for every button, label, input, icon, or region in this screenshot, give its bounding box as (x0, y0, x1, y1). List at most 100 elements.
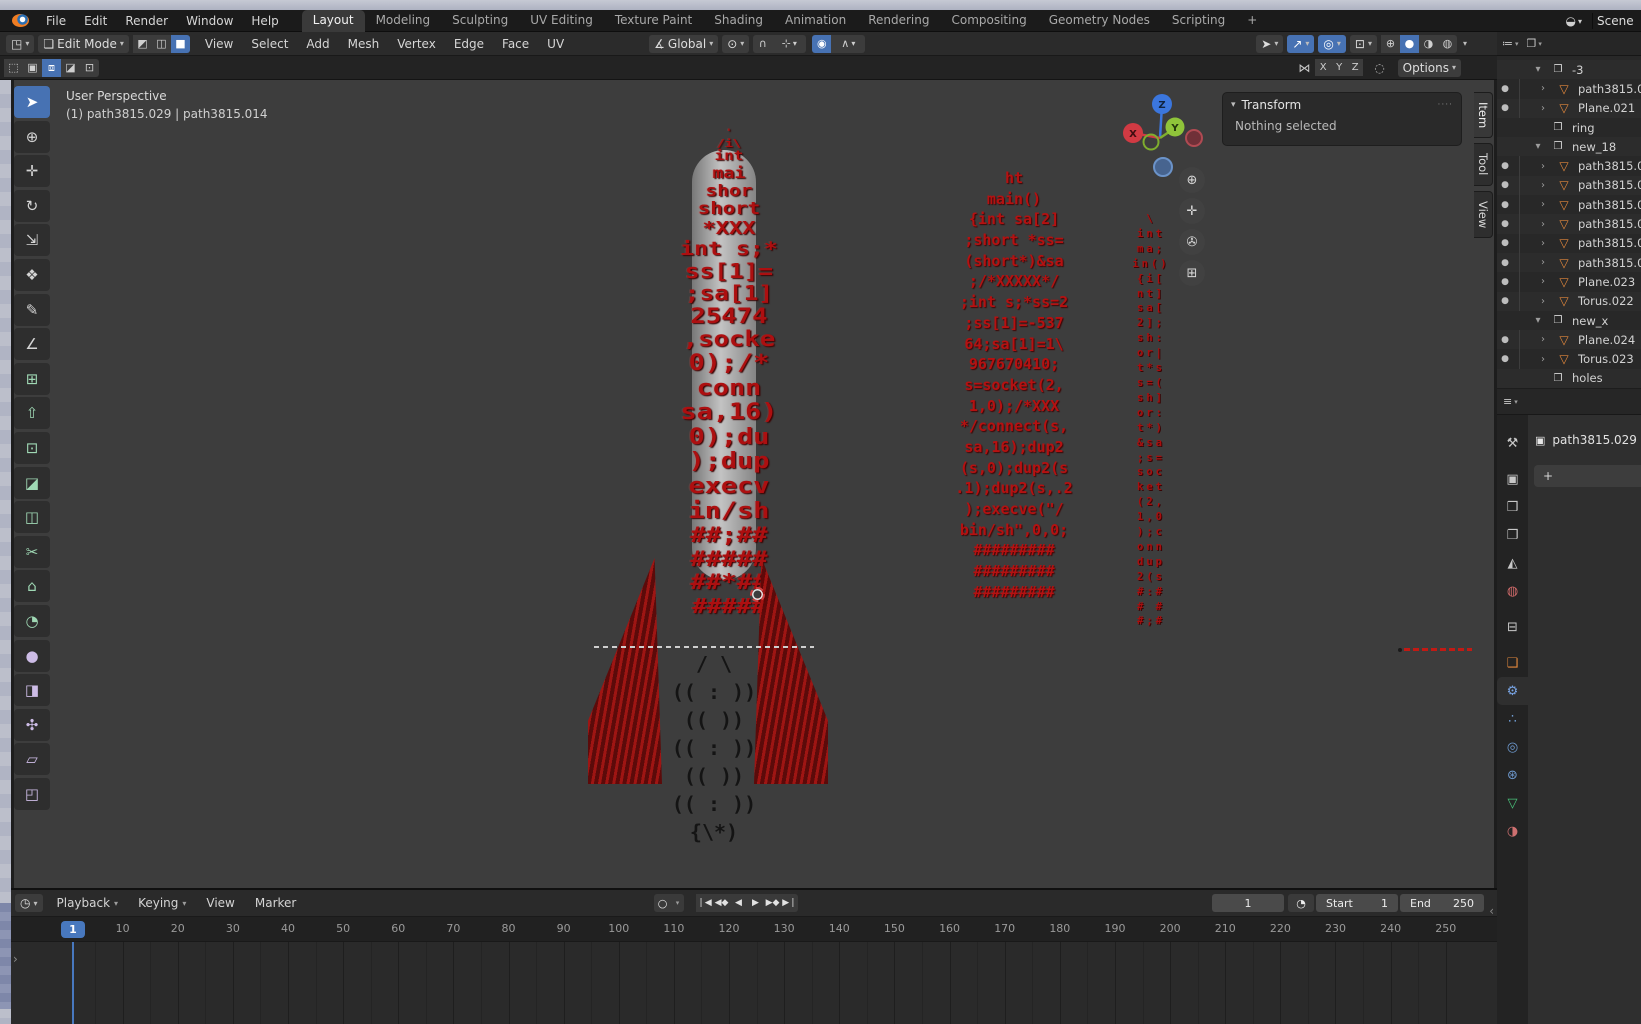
blender-logo-icon[interactable] (12, 14, 29, 27)
chevron-down-icon[interactable]: ▾ (1231, 100, 1236, 110)
tool-button[interactable]: ✂ (14, 536, 50, 568)
properties-tab[interactable]: ⚒ (1497, 429, 1528, 457)
auto-keyframe-icon[interactable]: ○ (654, 894, 671, 912)
current-frame-field[interactable]: 1 (1212, 894, 1284, 912)
render-engine-button[interactable]: ◒ ▾ (1560, 14, 1589, 28)
tool-button[interactable]: ◫ (14, 501, 50, 533)
outliner-row[interactable]: ● › ▽ Plane.024 (1497, 330, 1641, 349)
workspace-tab[interactable]: Texture Paint (604, 10, 703, 32)
disclosure-icon[interactable]: ▾ (1527, 64, 1549, 75)
select-mode-button[interactable]: ◫ (152, 35, 171, 53)
disclosure-icon[interactable]: ▾ (1527, 141, 1549, 152)
outliner-header-button[interactable]: ❐ ▾ (1527, 37, 1542, 50)
timeline-editor-type-button[interactable]: ◷ ▾ (15, 894, 43, 912)
menu-item[interactable]: Help (242, 14, 287, 28)
tool-button[interactable]: ❖ (14, 259, 50, 291)
nav-button[interactable]: ✇ (1179, 229, 1205, 255)
outliner-row[interactable]: ● › ▽ path3815.0 (1497, 176, 1641, 195)
menu-item[interactable]: File (37, 14, 75, 28)
select-mode-button[interactable]: ◩ (133, 35, 152, 53)
outliner-row[interactable]: ▾ ❒ new_x (1497, 311, 1641, 330)
tool-button[interactable]: ⇧ (14, 397, 50, 429)
axis-button[interactable]: X (1315, 59, 1331, 76)
viewport-menu-item[interactable]: View (196, 37, 242, 51)
snap-magnet-icon[interactable]: ∩ (753, 35, 772, 53)
end-frame-field[interactable]: End 250 (1400, 894, 1484, 912)
outliner-row[interactable]: ● › ▽ path3815.0 (1497, 253, 1641, 272)
disclosure-icon[interactable]: › (1531, 199, 1555, 210)
mode-dropdown[interactable]: ❏ Edit Mode ▾ (38, 35, 129, 53)
sidebar-tab[interactable]: Tool (1474, 143, 1493, 185)
transport-button[interactable]: ◀ (730, 894, 747, 912)
disclosure-icon[interactable]: › (1531, 161, 1555, 172)
transport-button[interactable]: ▶ (747, 894, 764, 912)
tool-button[interactable]: ✎ (14, 294, 50, 326)
disclosure-icon[interactable]: › (1531, 276, 1555, 287)
transport-button[interactable]: ◀◆ (713, 894, 730, 912)
sidebar-tab[interactable]: View (1474, 191, 1493, 238)
proportional-snap-icon[interactable]: ◌ (1374, 61, 1384, 75)
shading-mode-button[interactable]: ⊕ (1381, 35, 1400, 53)
start-frame-field[interactable]: Start 1 (1316, 894, 1398, 912)
select-tool-mode-button[interactable]: ⬚ (4, 59, 23, 77)
scene-name[interactable]: Scene (1597, 14, 1641, 28)
tool-button[interactable]: ⌂ (14, 570, 50, 602)
select-tool-mode-button[interactable]: ▣ (23, 59, 42, 77)
tool-button[interactable]: ● (14, 640, 50, 672)
drag-grip-icon[interactable]: ···· (1438, 100, 1453, 110)
outliner-row[interactable]: ● › ▽ Torus.022 (1497, 292, 1641, 311)
outliner-row[interactable]: ▾ ❒ -3 (1497, 60, 1641, 79)
header-toggle-button[interactable]: ⊡ ▾ (1350, 35, 1377, 53)
pivot-point-dropdown[interactable]: ⊙ ▾ (722, 35, 749, 53)
shading-mode-button[interactable]: ◍ (1438, 35, 1457, 53)
tool-button[interactable]: ✛ (14, 155, 50, 187)
properties-tab[interactable]: ❒ (1497, 493, 1528, 521)
outliner-row[interactable]: ❒ holes (1497, 369, 1641, 388)
timeline-menu-item[interactable]: View (196, 896, 244, 910)
outliner-row[interactable]: ● › ▽ Plane.021 (1497, 99, 1641, 118)
nav-button[interactable]: ⊕ (1179, 167, 1205, 193)
tool-button[interactable]: ∠ (14, 328, 50, 360)
chevron-down-icon[interactable]: ▾ (671, 894, 684, 912)
timeline-tracks[interactable] (11, 942, 1497, 1024)
workspace-tab[interactable]: Rendering (857, 10, 940, 32)
snap-with-dropdown[interactable]: ⊹ ▾ (772, 35, 806, 53)
viewport-menu-item[interactable]: Vertex (388, 37, 445, 51)
timeline-menu-item[interactable]: Keying ▾ (128, 896, 196, 910)
chevron-down-icon[interactable]: ▾ (1463, 39, 1467, 48)
properties-tab[interactable]: ◍ (1497, 577, 1528, 605)
select-mode-button[interactable]: ■ (171, 35, 190, 53)
header-toggle-button[interactable]: ➤ ▾ (1256, 35, 1283, 53)
select-tool-mode-button[interactable]: ⊡ (80, 59, 99, 77)
properties-tab[interactable]: ⊛ (1497, 761, 1528, 789)
properties-tab[interactable]: ◭ (1497, 549, 1528, 577)
menu-item[interactable]: Edit (75, 14, 116, 28)
workspace-tab[interactable]: Layout (302, 10, 365, 32)
viewport-menu-item[interactable]: Mesh (339, 37, 389, 51)
properties-tab[interactable]: ❐ (1497, 521, 1528, 549)
outliner-row[interactable]: ● › ▽ path3815.0 (1497, 214, 1641, 233)
viewport-menu-item[interactable]: UV (538, 37, 573, 51)
properties-tab[interactable]: ▽ (1497, 789, 1528, 817)
transport-button[interactable]: ▶◆ (764, 894, 781, 912)
menu-item[interactable]: Window (177, 14, 242, 28)
disclosure-icon[interactable]: › (1531, 83, 1555, 94)
tool-button[interactable]: ↻ (14, 190, 50, 222)
proportional-editing-icon[interactable]: ◉ (812, 35, 831, 53)
expand-left-icon[interactable]: › (13, 952, 18, 966)
transport-button[interactable]: ▶❘ (781, 894, 798, 912)
outliner-row[interactable]: ● › ▽ path3815.0 (1497, 234, 1641, 253)
outliner-row[interactable]: ● › ▽ Plane.023 (1497, 272, 1641, 291)
collapse-right-icon[interactable]: ‹ (1489, 904, 1494, 918)
select-tool-mode-button[interactable]: ⧈ (42, 59, 61, 77)
mirror-icon[interactable]: ⋈ (1298, 61, 1310, 75)
viewport-menu-item[interactable]: Edge (445, 37, 493, 51)
header-toggle-button[interactable]: ↗ ▾ (1287, 35, 1314, 53)
playhead-badge[interactable]: 1 (61, 921, 85, 938)
stopwatch-icon[interactable]: ◔ (1288, 894, 1314, 912)
workspace-tab[interactable]: Animation (774, 10, 857, 32)
properties-tab[interactable]: ⚙ (1497, 677, 1528, 705)
disclosure-icon[interactable]: › (1531, 334, 1555, 345)
properties-tab[interactable]: ◎ (1497, 733, 1528, 761)
outliner-header-button[interactable]: ≔ ▾ (1502, 37, 1519, 50)
